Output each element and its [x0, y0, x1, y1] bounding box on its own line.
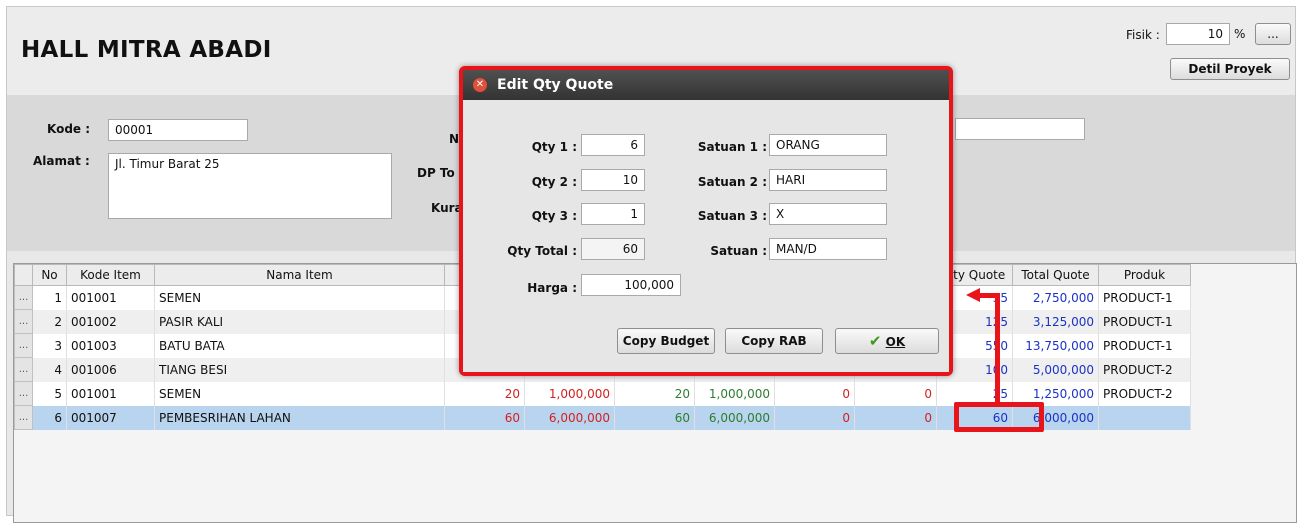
copy-budget-button[interactable]: Copy Budget — [617, 328, 715, 354]
dialog-body: Qty 1 : 6 Qty 2 : 10 Qty 3 : 1 Qty Total… — [463, 100, 949, 372]
cell-total-quote: 13,750,000 — [1012, 333, 1099, 358]
qty3-input[interactable]: 1 — [581, 203, 645, 225]
cell-no: 4 — [32, 357, 67, 382]
cell-no: 2 — [32, 309, 67, 334]
col-handle — [14, 264, 33, 286]
cell-produk — [1098, 405, 1191, 430]
col-kode-item[interactable]: Kode Item — [66, 264, 155, 286]
cell-kode: 001001 — [66, 381, 155, 406]
cell-produk: PRODUCT-2 — [1098, 381, 1191, 406]
row-menu-button[interactable]: ... — [14, 285, 33, 310]
cell-c4: 1,000,000 — [694, 381, 775, 406]
qty2-input[interactable]: 10 — [581, 169, 645, 191]
cell-c3: 20 — [614, 381, 695, 406]
satuan1-label: Satuan 1 : — [697, 140, 767, 154]
cell-c6: 0 — [854, 381, 937, 406]
satuan3-label: Satuan 3 : — [697, 209, 767, 223]
fisik-unit: % — [1234, 27, 1246, 41]
cell-no: 6 — [32, 405, 67, 430]
row-menu-button[interactable]: ... — [14, 405, 33, 430]
alamat-label: Alamat : — [33, 154, 90, 168]
qty1-input[interactable]: 6 — [581, 134, 645, 156]
cell-kode: 001001 — [66, 285, 155, 310]
cell-produk: PRODUCT-2 — [1098, 357, 1191, 382]
cell-nama: BATU BATA — [154, 333, 445, 358]
satuan3-input[interactable]: X — [769, 203, 887, 225]
col-nama-item[interactable]: Nama Item — [154, 264, 445, 286]
qty-total-label: Qty Total : — [507, 244, 577, 258]
edit-qty-quote-dialog: ✕ Edit Qty Quote Qty 1 : 6 Qty 2 : 10 Qt… — [459, 66, 953, 376]
cell-kode: 001007 — [66, 405, 155, 430]
cell-c2: 6,000,000 — [524, 405, 615, 430]
qty2-label: Qty 2 : — [531, 175, 577, 189]
cell-c3: 60 — [614, 405, 695, 430]
annotation-arrow-vertical — [995, 295, 1000, 405]
fisik-label: Fisik : — [1126, 28, 1160, 42]
cell-c5: 0 — [774, 381, 855, 406]
col-total-quote[interactable]: Total Quote — [1012, 264, 1099, 286]
cell-no: 3 — [32, 333, 67, 358]
cell-c2: 1,000,000 — [524, 381, 615, 406]
satuan2-label: Satuan 2 : — [697, 175, 767, 189]
cell-nama: PASIR KALI — [154, 309, 445, 334]
cell-nama: PEMBESRIHAN LAHAN — [154, 405, 445, 430]
kode-label: Kode : — [47, 122, 91, 136]
harga-label: Harga : — [527, 281, 577, 295]
dp-total-label: DP To — [417, 166, 455, 180]
cell-kode: 001006 — [66, 357, 155, 382]
cell-c5: 0 — [774, 405, 855, 430]
cell-c1: 60 — [444, 405, 525, 430]
col-no[interactable]: No — [32, 264, 67, 286]
dialog-titlebar[interactable]: ✕ Edit Qty Quote — [463, 70, 949, 100]
qty-total-input[interactable]: 60 — [581, 238, 645, 260]
cell-total-quote: 2,750,000 — [1012, 285, 1099, 310]
copy-rab-button[interactable]: Copy RAB — [725, 328, 823, 354]
qty3-label: Qty 3 : — [531, 209, 577, 223]
fisik-input[interactable]: 10 — [1166, 23, 1230, 45]
qty1-label: Qty 1 : — [531, 140, 577, 154]
close-icon[interactable]: ✕ — [473, 78, 487, 92]
cell-no: 1 — [32, 285, 67, 310]
cell-c4: 6,000,000 — [694, 405, 775, 430]
cell-produk: PRODUCT-1 — [1098, 285, 1191, 310]
cell-kode: 001002 — [66, 309, 155, 334]
satuan2-input[interactable]: HARI — [769, 169, 887, 191]
dialog-title: Edit Qty Quote — [497, 77, 614, 93]
cell-kode: 001003 — [66, 333, 155, 358]
cell-nama: TIANG BESI — [154, 357, 445, 382]
cell-nama: SEMEN — [154, 285, 445, 310]
row-menu-button[interactable]: ... — [14, 381, 33, 406]
cell-total-quote: 5,000,000 — [1012, 357, 1099, 382]
cell-produk: PRODUCT-1 — [1098, 333, 1191, 358]
page-title: HALL MITRA ABADI — [21, 37, 272, 63]
harga-input[interactable]: 100,000 — [581, 274, 681, 296]
ok-button[interactable]: ✔ OK — [835, 328, 939, 354]
ellipsis-button[interactable]: ... — [1255, 23, 1291, 45]
annotation-arrow-head — [966, 288, 980, 302]
ok-label: OK — [885, 335, 906, 349]
cell-c6: 0 — [854, 405, 937, 430]
satuan-input[interactable]: MAN/D — [769, 238, 887, 260]
alamat-textarea[interactable]: Jl. Timur Barat 25 — [108, 153, 392, 219]
checkmark-icon: ✔ — [868, 332, 882, 350]
highlight-qty-quote-cell — [954, 402, 1044, 432]
row-menu-button[interactable]: ... — [14, 357, 33, 382]
annotation-arrow-horizontal — [978, 293, 1000, 298]
row-menu-button[interactable]: ... — [14, 333, 33, 358]
satuan-label: Satuan : — [710, 244, 767, 258]
kurang-label: Kura — [431, 201, 463, 215]
row-menu-button[interactable]: ... — [14, 309, 33, 334]
cell-nama: SEMEN — [154, 381, 445, 406]
cell-produk: PRODUCT-1 — [1098, 309, 1191, 334]
cell-no: 5 — [32, 381, 67, 406]
n-label: N — [449, 132, 460, 146]
col-produk[interactable]: Produk — [1098, 264, 1191, 286]
satuan1-input[interactable]: ORANG — [769, 134, 887, 156]
cell-c1: 20 — [444, 381, 525, 406]
detil-proyek-button[interactable]: Detil Proyek — [1170, 58, 1290, 80]
kode-input[interactable]: 00001 — [108, 119, 248, 141]
n-input[interactable] — [955, 118, 1085, 140]
cell-total-quote: 3,125,000 — [1012, 309, 1099, 334]
